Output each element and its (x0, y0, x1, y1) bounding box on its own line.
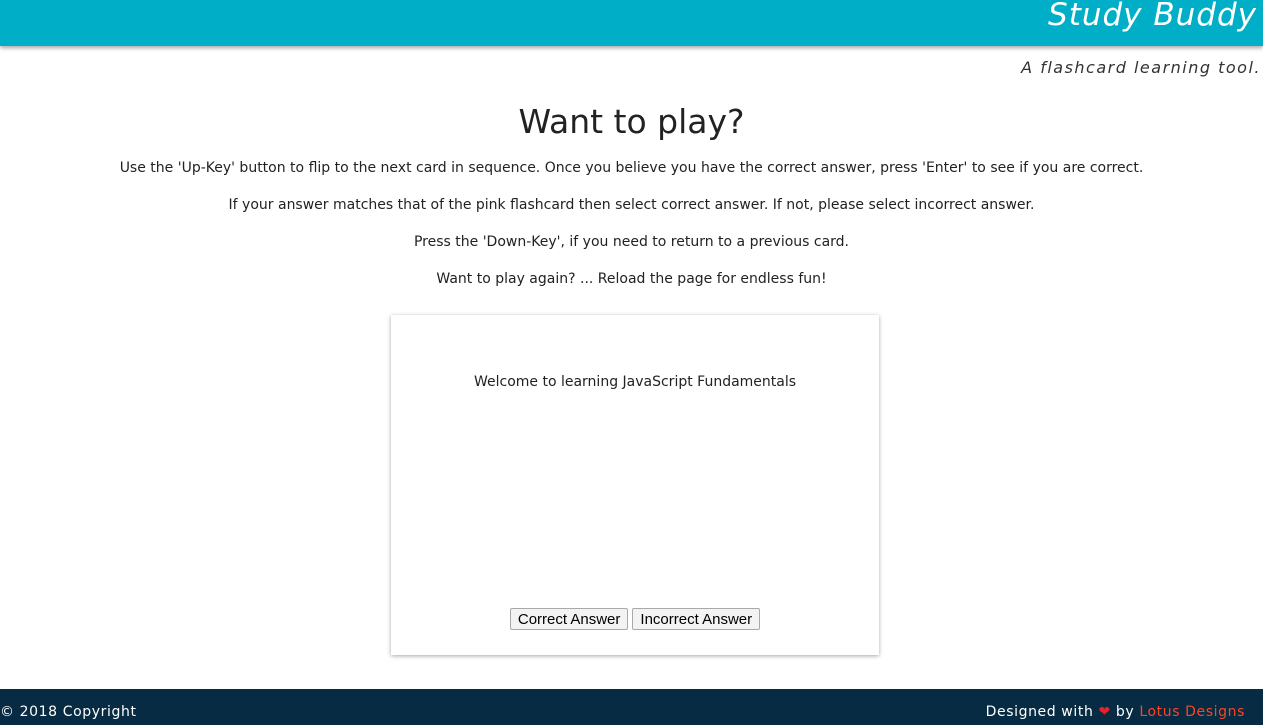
instruction-line: If your answer matches that of the pink … (228, 197, 1035, 213)
flashcard: Welcome to learning JavaScript Fundament… (391, 315, 879, 655)
instructions: Use the 'Up-Key' button to flip to the n… (0, 159, 1263, 307)
app-title: Study Buddy (1048, 0, 1257, 33)
app-header: Study Buddy (0, 0, 1263, 46)
designer-link[interactable]: Lotus Designs (1139, 704, 1245, 720)
credits: Designed with ❤ by Lotus Designs (986, 704, 1245, 720)
instruction-line: Press the 'Down-Key', if you need to ret… (413, 234, 850, 250)
tagline: A flashcard learning tool. (1021, 58, 1261, 77)
by-text: by (1115, 704, 1135, 720)
correct-answer-button[interactable]: Correct Answer (509, 608, 629, 630)
instruction-line: Use the 'Up-Key' button to flip to the n… (119, 160, 1144, 176)
footer: © 2018 Copyright Designed with ❤ by Lotu… (0, 689, 1263, 725)
heart-icon: ❤ (1098, 704, 1111, 720)
answer-buttons: Correct Answer Incorrect Answer (391, 608, 879, 630)
instruction-line: Want to play again? ... Reload the page … (436, 271, 827, 287)
incorrect-answer-button[interactable]: Incorrect Answer (632, 608, 761, 630)
flashcard-text: Welcome to learning JavaScript Fundament… (473, 374, 797, 390)
page-title: Want to play? (518, 102, 745, 141)
designed-with-text: Designed with (985, 704, 1094, 720)
copyright-text: © 2018 Copyright (0, 704, 137, 720)
